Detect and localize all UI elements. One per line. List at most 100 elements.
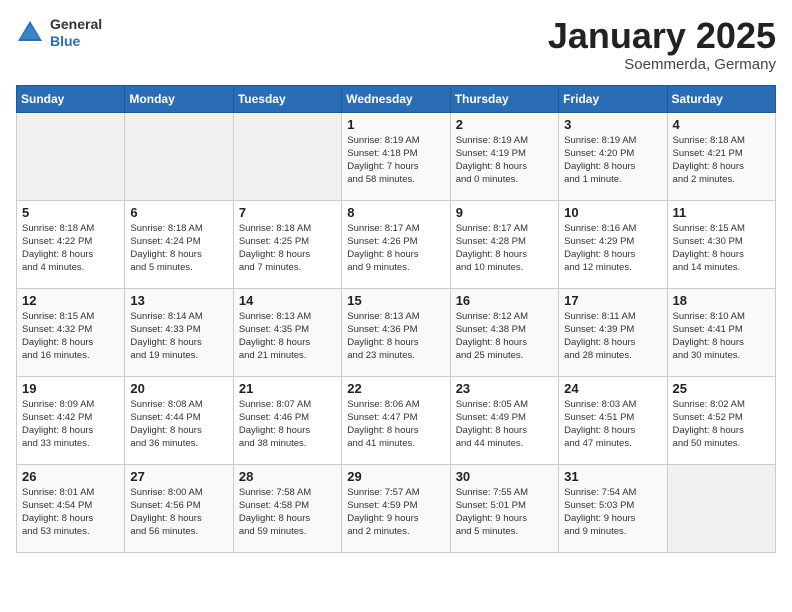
day-number: 16 — [456, 293, 553, 308]
calendar-cell: 23 Sunrise: 8:05 AM Sunset: 4:49 PM Dayli… — [450, 376, 558, 464]
day-number: 31 — [564, 469, 661, 484]
weekday-wednesday: Wednesday — [342, 85, 450, 112]
day-number: 10 — [564, 205, 661, 220]
day-info: Sunrise: 8:07 AM Sunset: 4:46 PM Dayligh… — [239, 398, 336, 451]
calendar-cell: 10 Sunrise: 8:16 AM Sunset: 4:29 PM Dayli… — [559, 200, 667, 288]
day-info: Sunrise: 8:09 AM Sunset: 4:42 PM Dayligh… — [22, 398, 119, 451]
day-number: 3 — [564, 117, 661, 132]
logo-blue: Blue — [50, 33, 102, 50]
weekday-thursday: Thursday — [450, 85, 558, 112]
day-info: Sunrise: 8:05 AM Sunset: 4:49 PM Dayligh… — [456, 398, 553, 451]
day-number: 29 — [347, 469, 444, 484]
day-number: 8 — [347, 205, 444, 220]
day-number: 11 — [673, 205, 770, 220]
calendar-cell — [233, 112, 341, 200]
calendar-body: 1 Sunrise: 8:19 AM Sunset: 4:18 PM Daylig… — [17, 112, 776, 552]
day-number: 21 — [239, 381, 336, 396]
day-info: Sunrise: 7:58 AM Sunset: 4:58 PM Dayligh… — [239, 486, 336, 539]
day-info: Sunrise: 7:55 AM Sunset: 5:01 PM Dayligh… — [456, 486, 553, 539]
day-number: 23 — [456, 381, 553, 396]
day-number: 14 — [239, 293, 336, 308]
day-info: Sunrise: 8:02 AM Sunset: 4:52 PM Dayligh… — [673, 398, 770, 451]
calendar-cell: 25 Sunrise: 8:02 AM Sunset: 4:52 PM Dayli… — [667, 376, 775, 464]
calendar-cell — [667, 464, 775, 552]
title-block: January 2025 Soemmerda, Germany — [548, 16, 776, 73]
day-info: Sunrise: 8:03 AM Sunset: 4:51 PM Dayligh… — [564, 398, 661, 451]
day-number: 26 — [22, 469, 119, 484]
calendar-cell: 28Sunrise: 7:58 AM Sunset: 4:58 PM Dayli… — [233, 464, 341, 552]
calendar-cell: 5Sunrise: 8:18 AM Sunset: 4:22 PM Daylig… — [17, 200, 125, 288]
day-number: 17 — [564, 293, 661, 308]
day-info: Sunrise: 8:06 AM Sunset: 4:47 PM Dayligh… — [347, 398, 444, 451]
day-info: Sunrise: 8:15 AM Sunset: 4:30 PM Dayligh… — [673, 222, 770, 275]
week-row-5: 26 Sunrise: 8:01 AM Sunset: 4:54 PM Dayli… — [17, 464, 776, 552]
logo-text: General Blue — [50, 16, 102, 50]
day-info: Sunrise: 8:19 AM Sunset: 4:19 PM Dayligh… — [456, 134, 553, 187]
day-info: Sunrise: 8:13 AM Sunset: 4:35 PM Dayligh… — [239, 310, 336, 363]
day-number: 24 — [564, 381, 661, 396]
calendar-cell: 2 Sunrise: 8:19 AM Sunset: 4:19 PM Daylig… — [450, 112, 558, 200]
month-title: January 2025 — [548, 16, 776, 56]
day-info: Sunrise: 8:19 AM Sunset: 4:18 PM Dayligh… — [347, 134, 444, 187]
weekday-friday: Friday — [559, 85, 667, 112]
calendar-cell — [17, 112, 125, 200]
day-info: Sunrise: 8:18 AM Sunset: 4:25 PM Dayligh… — [239, 222, 336, 275]
day-info: Sunrise: 8:17 AM Sunset: 4:28 PM Dayligh… — [456, 222, 553, 275]
logo: General Blue — [16, 16, 102, 50]
logo-general: General — [50, 16, 102, 33]
calendar-cell: 9Sunrise: 8:17 AM Sunset: 4:28 PM Daylig… — [450, 200, 558, 288]
day-number: 15 — [347, 293, 444, 308]
day-info: Sunrise: 8:12 AM Sunset: 4:38 PM Dayligh… — [456, 310, 553, 363]
week-row-3: 12Sunrise: 8:15 AM Sunset: 4:32 PM Dayli… — [17, 288, 776, 376]
calendar-cell: 15 Sunrise: 8:13 AM Sunset: 4:36 PM Dayli… — [342, 288, 450, 376]
day-info: Sunrise: 8:01 AM Sunset: 4:54 PM Dayligh… — [22, 486, 119, 539]
logo-icon — [16, 19, 44, 47]
day-info: Sunrise: 8:08 AM Sunset: 4:44 PM Dayligh… — [130, 398, 227, 451]
calendar-cell: 16 Sunrise: 8:12 AM Sunset: 4:38 PM Dayli… — [450, 288, 558, 376]
day-info: Sunrise: 8:16 AM Sunset: 4:29 PM Dayligh… — [564, 222, 661, 275]
calendar-cell: 17Sunrise: 8:11 AM Sunset: 4:39 PM Dayli… — [559, 288, 667, 376]
day-number: 30 — [456, 469, 553, 484]
location-subtitle: Soemmerda, Germany — [548, 56, 776, 73]
calendar-cell: 29 Sunrise: 7:57 AM Sunset: 4:59 PM Dayli… — [342, 464, 450, 552]
calendar-cell: 7 Sunrise: 8:18 AM Sunset: 4:25 PM Daylig… — [233, 200, 341, 288]
day-number: 19 — [22, 381, 119, 396]
calendar-cell: 14 Sunrise: 8:13 AM Sunset: 4:35 PM Dayli… — [233, 288, 341, 376]
calendar-cell — [125, 112, 233, 200]
calendar-cell: 30 Sunrise: 7:55 AM Sunset: 5:01 PM Dayli… — [450, 464, 558, 552]
calendar-cell: 24 Sunrise: 8:03 AM Sunset: 4:51 PM Dayli… — [559, 376, 667, 464]
day-number: 18 — [673, 293, 770, 308]
calendar-cell: 19 Sunrise: 8:09 AM Sunset: 4:42 PM Dayli… — [17, 376, 125, 464]
day-number: 4 — [673, 117, 770, 132]
page-header: General Blue January 2025 Soemmerda, Ger… — [16, 16, 776, 73]
day-info: Sunrise: 7:57 AM Sunset: 4:59 PM Dayligh… — [347, 486, 444, 539]
week-row-1: 1 Sunrise: 8:19 AM Sunset: 4:18 PM Daylig… — [17, 112, 776, 200]
week-row-2: 5Sunrise: 8:18 AM Sunset: 4:22 PM Daylig… — [17, 200, 776, 288]
weekday-saturday: Saturday — [667, 85, 775, 112]
calendar-cell: 18Sunrise: 8:10 AM Sunset: 4:41 PM Dayli… — [667, 288, 775, 376]
calendar-cell: 3Sunrise: 8:19 AM Sunset: 4:20 PM Daylig… — [559, 112, 667, 200]
calendar-cell: 22 Sunrise: 8:06 AM Sunset: 4:47 PM Dayli… — [342, 376, 450, 464]
day-number: 5 — [22, 205, 119, 220]
weekday-monday: Monday — [125, 85, 233, 112]
day-info: Sunrise: 7:54 AM Sunset: 5:03 PM Dayligh… — [564, 486, 661, 539]
weekday-sunday: Sunday — [17, 85, 125, 112]
day-info: Sunrise: 8:13 AM Sunset: 4:36 PM Dayligh… — [347, 310, 444, 363]
calendar-cell: 1 Sunrise: 8:19 AM Sunset: 4:18 PM Daylig… — [342, 112, 450, 200]
calendar-cell: 20 Sunrise: 8:08 AM Sunset: 4:44 PM Dayli… — [125, 376, 233, 464]
calendar-cell: 4Sunrise: 8:18 AM Sunset: 4:21 PM Daylig… — [667, 112, 775, 200]
calendar-cell: 26 Sunrise: 8:01 AM Sunset: 4:54 PM Dayli… — [17, 464, 125, 552]
day-number: 25 — [673, 381, 770, 396]
day-number: 22 — [347, 381, 444, 396]
calendar-cell: 31 Sunrise: 7:54 AM Sunset: 5:03 PM Dayli… — [559, 464, 667, 552]
calendar-cell: 13Sunrise: 8:14 AM Sunset: 4:33 PM Dayli… — [125, 288, 233, 376]
day-number: 1 — [347, 117, 444, 132]
weekday-header-row: SundayMondayTuesdayWednesdayThursdayFrid… — [17, 85, 776, 112]
day-number: 7 — [239, 205, 336, 220]
day-info: Sunrise: 8:14 AM Sunset: 4:33 PM Dayligh… — [130, 310, 227, 363]
calendar-cell: 6Sunrise: 8:18 AM Sunset: 4:24 PM Daylig… — [125, 200, 233, 288]
week-row-4: 19 Sunrise: 8:09 AM Sunset: 4:42 PM Dayli… — [17, 376, 776, 464]
calendar-cell: 11 Sunrise: 8:15 AM Sunset: 4:30 PM Dayli… — [667, 200, 775, 288]
day-number: 20 — [130, 381, 227, 396]
day-number: 2 — [456, 117, 553, 132]
